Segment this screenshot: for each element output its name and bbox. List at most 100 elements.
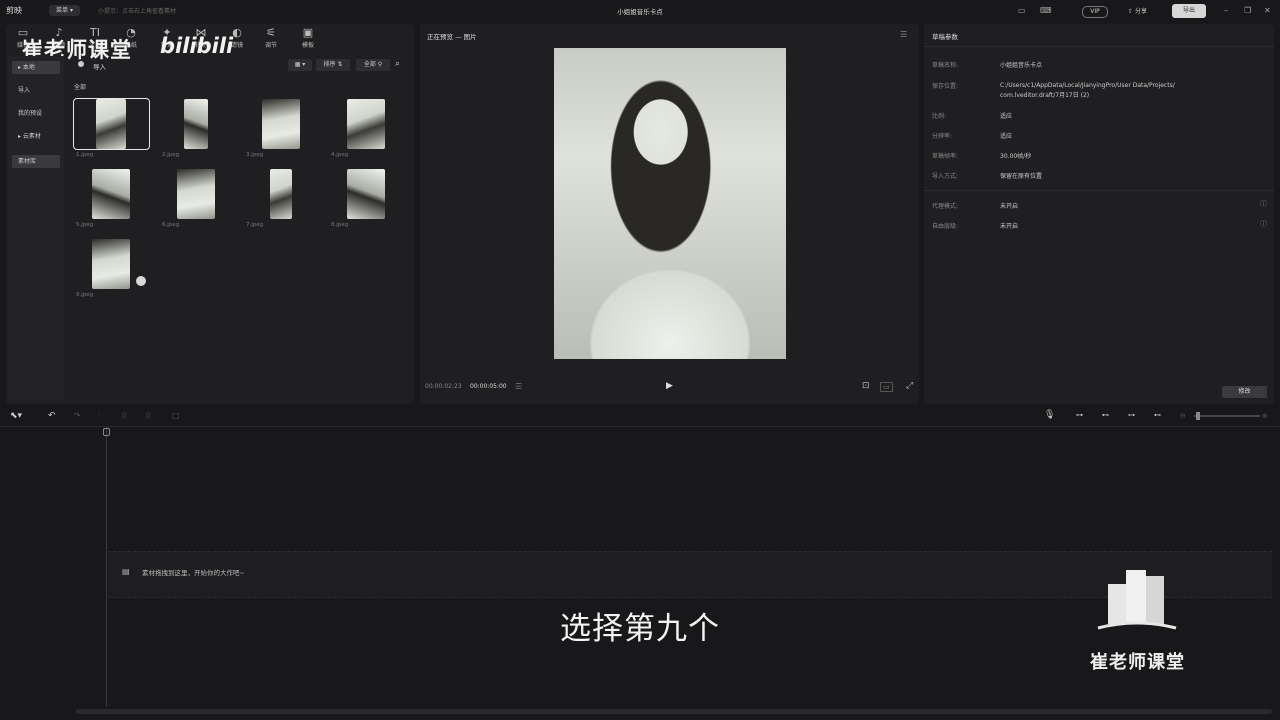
zoom-in-icon[interactable]: ⊕ [1262,412,1268,420]
info-icon[interactable]: ⓘ [1260,199,1267,209]
video-subtitle: 选择第九个 [560,611,720,647]
media-filename: 8.jpeg [331,222,349,228]
import-label[interactable]: 导入 [93,61,106,71]
undo-icon[interactable]: ↶ [48,411,56,421]
fullscreen-icon[interactable]: ⤢ [906,381,913,391]
delete-left-icon[interactable]: ⌷ [122,411,127,421]
rail-item-library[interactable]: 素材库 [12,155,60,168]
filter-button[interactable]: 全部 ⚲ [356,59,390,71]
microphone-icon[interactable]: 🎙 [1044,410,1055,420]
watermark-text: 崔老师课堂 [1090,652,1185,673]
keyboard-icon[interactable]: ⌨ [1040,6,1052,15]
export-button[interactable]: 导出 [1172,4,1206,18]
prop-value: C:/Users/c1/AppData/Local/JianyingPro/Us… [1000,82,1175,99]
adjust-icon: ⚟ [266,26,276,39]
prop-label: 导入方式: [932,173,959,180]
tip-text: 小提示：点击右上角查看素材 [98,8,177,15]
snapshot-icon[interactable]: ⊡ [862,381,870,391]
snap-icon[interactable]: ⊶ [1128,411,1135,419]
timeline-toolbar [0,408,1280,427]
divider [924,46,1274,47]
restore-icon[interactable]: ❐ [1244,6,1251,15]
layout-icon[interactable]: ▭ [1018,6,1026,15]
minimize-icon[interactable]: – [1224,6,1228,15]
vip-badge[interactable]: VIP [1082,6,1108,18]
magnet-icon[interactable]: ⊷ [1102,411,1109,419]
preview-axis-icon[interactable]: ⊷ [1154,411,1161,419]
delete-right-icon[interactable]: ⌷ [146,411,151,421]
media-thumbnail[interactable] [184,99,208,149]
ratio-icon[interactable]: ▭ [880,382,893,392]
preview-image [554,48,786,359]
time-current: 00:00:02:23 [425,383,462,390]
prop-value: 适应 [1000,113,1013,120]
prop-value: 小姐姐音乐卡点 [1000,62,1043,69]
tab-template[interactable]: ▣ 模板 [291,26,325,52]
media-thumbnail[interactable] [177,169,215,219]
select-tool-icon[interactable]: ⬉▾ [10,411,22,421]
prop-label: 草稿帧率: [932,153,959,160]
modify-button[interactable]: 修改 [1222,386,1267,398]
film-icon: ▤ [122,567,130,576]
prop-label: 草稿名称: [932,62,959,69]
prop-value: 适应 [1000,133,1013,140]
filter-all-label[interactable]: 全部 [74,82,86,91]
media-filename: 6.jpeg [162,222,180,228]
zoom-slider[interactable] [1194,415,1260,417]
close-icon[interactable]: ✕ [1264,6,1271,15]
media-filename: 2.jpeg [162,152,180,158]
rail-item-cloud[interactable]: ▸ 云素材 [12,130,60,143]
info-icon[interactable]: ⓘ [1260,219,1267,229]
sort-button[interactable]: 排序 ⇅ [316,59,350,71]
prop-label: 代理模式: [932,203,959,210]
menu-button[interactable]: 菜单 ▾ [49,5,80,16]
play-icon[interactable]: ▶ [666,381,673,391]
media-thumbnail[interactable] [262,99,300,149]
media-thumbnail[interactable] [347,99,385,149]
bilibili-logo: bilibili [160,34,234,58]
media-filename: 7.jpeg [246,222,264,228]
rail-item-my-presets[interactable]: 我的预设 [12,107,60,120]
redo-icon[interactable]: ↷ [74,411,81,420]
rail-item-local[interactable]: ▸ 本地 [12,61,60,74]
preview-title: 正在预览 — 图片 [427,33,477,41]
playhead-line [106,427,107,707]
prop-label: 比例: [932,113,947,120]
media-filename: 1.jpeg [76,152,94,158]
media-filename: 9.jpeg [76,292,94,298]
media-filename: 4.jpeg [331,152,349,158]
prop-value: 30.00帧/秒 [1000,153,1032,160]
divider [924,190,1274,191]
rail-item-import[interactable]: 导入 [12,84,60,97]
media-thumbnail[interactable] [96,99,126,149]
media-filename: 5.jpeg [76,222,94,228]
preview-menu-icon[interactable]: ☰ [900,30,907,39]
zoom-handle[interactable] [1196,412,1200,420]
list-icon[interactable]: ☰ [515,382,522,391]
media-thumbnail[interactable] [347,169,385,219]
track-hint: 素材拖拽到这里，开始你的大作吧~ [142,569,245,577]
share-button[interactable]: ⇧ 分享 [1128,6,1147,15]
search-icon[interactable]: ⌕ [395,59,400,69]
time-total: 00:00:05:00 [470,383,507,390]
media-thumbnail[interactable] [92,169,130,219]
document-title: 小姐姐音乐卡点 [617,8,663,16]
freeze-icon[interactable]: ▢ [172,411,180,420]
link-icon[interactable]: ⊶ [1076,411,1083,419]
prop-value: 未开启 [1000,223,1019,230]
tab-adjust[interactable]: ⚟ 调节 [254,26,288,52]
timeline-scrollbar[interactable] [76,709,1272,714]
template-icon: ▣ [302,26,314,39]
props-title: 草稿参数 [932,33,958,41]
media-thumbnail[interactable] [270,169,292,219]
prop-label: 分辨率: [932,133,953,140]
cursor-indicator [136,276,146,286]
prop-value: 保留在原有位置 [1000,173,1043,180]
zoom-out-icon[interactable]: ⊖ [1180,412,1186,420]
playhead-handle[interactable] [103,428,110,436]
media-thumbnail[interactable] [92,239,130,289]
media-filename: 3.jpeg [246,152,264,158]
prop-label: 自由层级: [932,223,959,230]
view-toggle[interactable]: ▦ ▾ [288,59,312,71]
split-icon[interactable]: ⫶ [98,411,100,421]
